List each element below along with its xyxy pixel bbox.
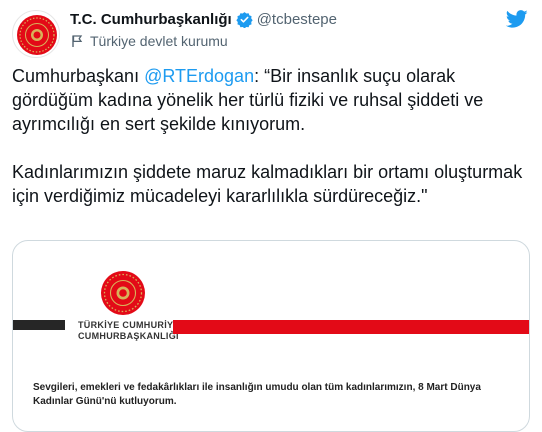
tweet-paragraph-2: Kadınlarımızın şiddete maruz kalmadıklar… (12, 162, 523, 206)
tweet-text-prefix: Cumhurbaşkanı (12, 66, 145, 86)
twitter-bird-icon[interactable] (506, 8, 528, 30)
display-name[interactable]: T.C. Cumhurbaşkanlığı (70, 11, 232, 28)
account-label: Türkiye devlet kurumu (90, 33, 228, 49)
institution-line-1: TÜRKİYE CUMHURİYETİ (78, 320, 189, 330)
mention-link[interactable]: @RTErdogan (144, 66, 254, 86)
media-card[interactable]: TÜRKİYE CUMHURİYETİ CUMHURBAŞKANLIĞI Sev… (12, 240, 530, 432)
account-label-row: Türkiye devlet kurumu (70, 31, 337, 51)
avatar[interactable] (12, 10, 60, 58)
verified-badge-icon (236, 11, 253, 28)
presidential-seal-icon (17, 15, 57, 55)
government-flag-icon (72, 35, 83, 47)
institution-line-2: CUMHURBAŞKANLIĞI (78, 331, 179, 341)
tweet-text: Cumhurbaşkanı @RTErdogan: “Bir insanlık … (12, 64, 532, 208)
account-header: T.C. Cumhurbaşkanlığı @tcbestepe Türkiye… (70, 8, 337, 51)
black-stripe (13, 320, 65, 330)
name-row: T.C. Cumhurbaşkanlığı @tcbestepe (70, 8, 337, 30)
handle[interactable]: @tcbestepe (257, 11, 337, 28)
media-message: Sevgileri, emekleri ve fedakârlıkları il… (33, 382, 481, 407)
red-stripe (173, 320, 529, 334)
tweet-paragraph-1: Cumhurbaşkanı @RTErdogan: “Bir insanlık … (12, 64, 532, 136)
presidential-seal-icon (101, 271, 145, 315)
